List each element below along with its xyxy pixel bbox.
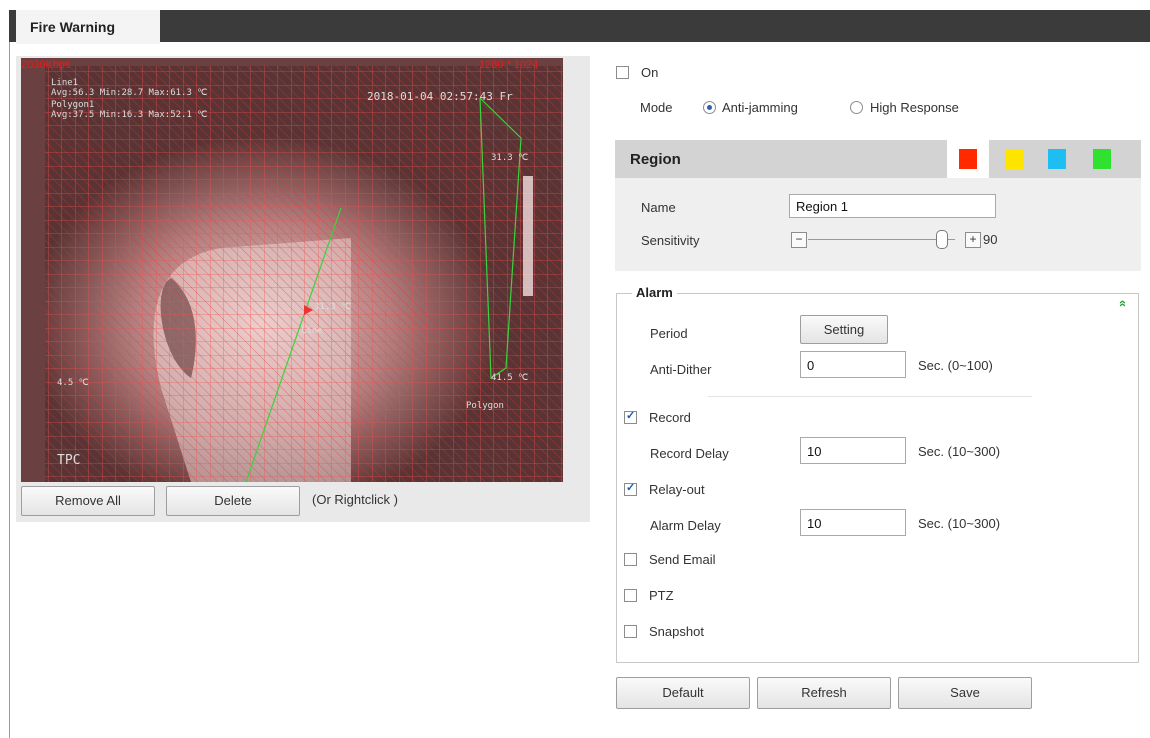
remove-all-button[interactable]: Remove All	[21, 486, 155, 516]
anti-dither-label: Anti-Dither	[650, 362, 712, 377]
region-name-input[interactable]: Region 1	[789, 194, 996, 218]
region-color-red[interactable]	[959, 149, 977, 169]
send-email-checkbox[interactable]	[624, 553, 637, 566]
alarm-title: Alarm	[632, 285, 677, 300]
anti-dither-input[interactable]: 0	[800, 351, 906, 378]
timestamp-text: 2018-01-04 02:57:43 Fr	[367, 90, 513, 103]
osd-line1: Line1	[51, 78, 79, 88]
sensitivity-plus-button[interactable]: +	[965, 232, 981, 248]
region-body	[615, 178, 1141, 271]
video-preview[interactable]: 2030Kbps 1280 * 1024 2018-01-04 02:57:43…	[21, 58, 563, 482]
period-label: Period	[650, 326, 688, 341]
header-bar	[9, 10, 1150, 42]
osd-polygon-stats: Avg:37.5 Min:16.3 Max:52.1 ℃	[51, 110, 208, 120]
sensitivity-value: 90	[983, 232, 998, 247]
osd-polygon: Polygon1	[51, 100, 95, 110]
period-setting-button[interactable]: Setting	[800, 315, 888, 344]
rightclick-hint: (Or Rightclick )	[312, 492, 398, 507]
alarm-divider	[708, 396, 1032, 397]
snapshot-checkbox[interactable]	[624, 625, 637, 638]
alarm-delay-label: Alarm Delay	[650, 518, 721, 533]
region-color-green[interactable]	[1093, 149, 1111, 169]
left-divider	[9, 42, 10, 738]
sensitivity-track	[808, 239, 955, 240]
mode-anti-jamming-radio[interactable]	[703, 101, 716, 114]
mode-anti-jamming-label[interactable]: Anti-jamming	[722, 100, 798, 115]
record-delay-input[interactable]: 10	[800, 437, 906, 464]
enable-checkbox[interactable]	[616, 66, 629, 79]
region-grid	[45, 66, 563, 482]
line-label: Line	[301, 326, 323, 336]
polygon-label: Polygon	[466, 401, 504, 411]
video-canvas[interactable]	[21, 58, 563, 482]
bitrate-text: 2030Kbps	[21, 59, 71, 71]
bright-strip	[523, 176, 533, 296]
point-temp-label-2: 41.5 ℃	[491, 373, 529, 383]
record-delay-label: Record Delay	[650, 446, 729, 461]
save-button[interactable]: Save	[898, 677, 1032, 709]
relay-out-checkbox[interactable]	[624, 481, 637, 496]
point-temp-label-3: 4.5 ℃	[57, 378, 89, 388]
anti-dither-unit: Sec. (0~100)	[918, 358, 993, 373]
alarm-fieldset	[616, 293, 1139, 663]
region-color-yellow[interactable]	[1006, 149, 1024, 169]
resolution-text: 1280 * 1024	[479, 59, 539, 71]
record-checkbox[interactable]	[624, 409, 637, 424]
record-delay-unit: Sec. (10~300)	[918, 444, 1001, 459]
brand-watermark: TPC	[57, 453, 81, 468]
default-button[interactable]: Default	[616, 677, 750, 709]
mode-label: Mode	[640, 100, 673, 115]
alarm-delay-unit: Sec. (10~300)	[918, 516, 1001, 531]
region-title: Region	[630, 151, 681, 168]
refresh-button[interactable]: Refresh	[757, 677, 891, 709]
record-label: Record	[649, 410, 691, 425]
sensitivity-slider-handle[interactable]	[936, 230, 948, 249]
delete-button[interactable]: Delete	[166, 486, 300, 516]
mode-high-response-radio[interactable]	[850, 101, 863, 114]
enable-label: On	[641, 65, 659, 80]
send-email-label: Send Email	[649, 552, 716, 567]
tab-fire-warning[interactable]: Fire Warning	[16, 10, 160, 44]
name-label: Name	[641, 200, 676, 215]
sensitivity-label: Sensitivity	[641, 233, 700, 248]
point-temp-label: 31.3 ℃	[491, 153, 529, 163]
osd-line1-stats: Avg:56.3 Min:28.7 Max:61.3 ℃	[51, 88, 208, 98]
sensitivity-minus-button[interactable]: −	[791, 232, 807, 248]
hotspot-label: 31.3 ℃	[314, 302, 352, 312]
snapshot-label: Snapshot	[649, 624, 704, 639]
region-color-blue[interactable]	[1048, 149, 1066, 169]
mode-high-response-label[interactable]: High Response	[870, 100, 959, 115]
ptz-checkbox[interactable]	[624, 589, 637, 602]
ptz-label: PTZ	[649, 588, 674, 603]
relay-out-label: Relay-out	[649, 482, 705, 497]
collapse-icon[interactable]: »	[1114, 300, 1129, 307]
alarm-delay-input[interactable]: 10	[800, 509, 906, 536]
